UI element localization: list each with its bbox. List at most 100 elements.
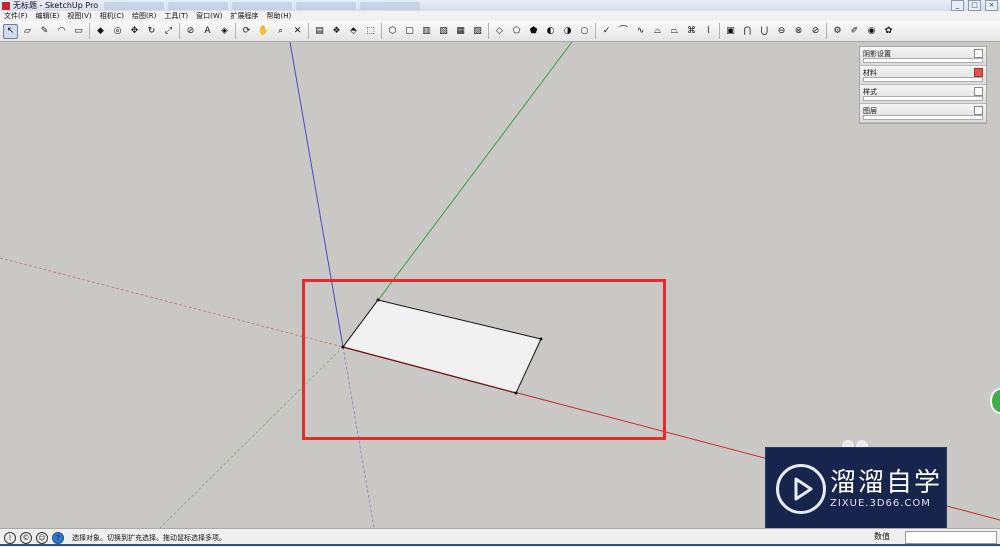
toolbar-separator	[89, 23, 90, 39]
view-right-icon[interactable]: ▧	[436, 24, 451, 39]
menu-item-1[interactable]: 编辑(E)	[32, 11, 64, 21]
instructor-icon[interactable]: ?	[52, 532, 64, 544]
pencil-icon[interactable]: ✎	[37, 24, 52, 39]
tray-panel-collapse-bar	[863, 96, 983, 101]
title-bar: 无标题 - SketchUp Pro _ □ ×	[0, 0, 1000, 11]
toolbar-separator	[826, 23, 827, 39]
text-icon[interactable]: A	[200, 24, 215, 39]
menu-item-4[interactable]: 绘图(R)	[128, 11, 160, 21]
add-detail-icon[interactable]: ⌘	[684, 24, 699, 39]
stamp-icon[interactable]: ⌓	[650, 24, 665, 39]
minimize-button[interactable]: _	[951, 0, 964, 11]
toolbar-separator	[308, 23, 309, 39]
offset-icon[interactable]: ◎	[110, 24, 125, 39]
shaded-icon[interactable]: ◐	[543, 24, 558, 39]
toolbar-separator	[381, 23, 382, 39]
sandbox-from-contours-icon[interactable]: ✓	[599, 24, 614, 39]
maximize-button[interactable]: □	[968, 0, 981, 11]
tray-panel-collapse-bar	[863, 115, 983, 120]
monochrome-icon[interactable]: ○	[577, 24, 592, 39]
tape-measure-icon[interactable]: ⊘	[183, 24, 198, 39]
scale-icon[interactable]: ⤢	[161, 24, 176, 39]
menu-item-3[interactable]: 相机(C)	[96, 11, 128, 21]
share-icon[interactable]: ⬘	[346, 24, 361, 39]
user-icon[interactable]: ☺	[36, 532, 48, 544]
solid-trim-icon[interactable]: ⊗	[791, 24, 806, 39]
tray-panel-2[interactable]: 样式	[860, 85, 986, 104]
zoom-extents-icon[interactable]: ✕	[290, 24, 305, 39]
toolbar-separator	[235, 23, 236, 39]
main-toolbar: ↖ ▱ ✎ ◠ ▭ ◆ ◎ ✥ ↻ ⤢ ⊘ A ◈ ⟳ ✋ ⌕ ✕ ▤ ❖ ⬘ ⬚ ⬡ ▢ ▥ ▧ ▦ ▨ ◇ ⬠ ⬟ ◐ ◑ ○ ✓ ⌒ ∿ ⌓ ⏢ ⌘ ⌇…	[0, 21, 1000, 42]
menu-item-2[interactable]: 视图(V)	[63, 11, 95, 21]
toolbar-separator	[488, 23, 489, 39]
tray-panel-1[interactable]: 材料	[860, 66, 986, 85]
menu-item-0[interactable]: 文件(F)	[0, 11, 32, 21]
hidden-line-icon[interactable]: ⬟	[526, 24, 541, 39]
menu-item-6[interactable]: 窗口(W)	[192, 11, 226, 21]
layout-icon[interactable]: ✿	[881, 24, 896, 39]
ruby-console-icon[interactable]: ◉	[864, 24, 879, 39]
smoove-icon[interactable]: ∿	[633, 24, 648, 39]
view-left-icon[interactable]: ▨	[470, 24, 485, 39]
tray-panel-toggle[interactable]	[974, 106, 983, 115]
sketchup-logo-icon	[2, 1, 10, 10]
tray-panel-3[interactable]: 图层	[860, 104, 986, 123]
highlight-annotation	[302, 279, 666, 440]
solid-split-icon[interactable]: ⊘	[808, 24, 823, 39]
menu-item-8[interactable]: 帮助(H)	[262, 11, 295, 21]
eraser-icon[interactable]: ▱	[20, 24, 35, 39]
pan-icon[interactable]: ✋	[256, 24, 271, 39]
zoom-icon[interactable]: ⌕	[273, 24, 288, 39]
flip-edge-icon[interactable]: ⌇	[701, 24, 716, 39]
solid-intersect-icon[interactable]: ⋂	[740, 24, 755, 39]
sandbox-from-scratch-icon[interactable]: ⌒	[616, 24, 631, 39]
tray-panel-toggle[interactable]	[974, 68, 983, 77]
tray-panel-collapse-bar	[863, 58, 983, 63]
measurements-box[interactable]	[905, 531, 997, 544]
menu-item-7[interactable]: 扩展程序	[226, 11, 262, 21]
components-icon[interactable]: ❖	[329, 24, 344, 39]
move-icon[interactable]: ✥	[127, 24, 142, 39]
x-axis-negative	[0, 257, 344, 348]
view-back-icon[interactable]: ▦	[453, 24, 468, 39]
paint-bucket-icon[interactable]: ◈	[217, 24, 232, 39]
warehouse-icon[interactable]: ▤	[312, 24, 327, 39]
menu-item-5[interactable]: 工具(T)	[160, 11, 192, 21]
solid-subtract-icon[interactable]: ⊖	[774, 24, 789, 39]
view-front-icon[interactable]: ▥	[419, 24, 434, 39]
drape-icon[interactable]: ⏢	[667, 24, 682, 39]
tray-panel-toggle[interactable]	[974, 49, 983, 58]
extension-icon[interactable]: ⬚	[363, 24, 378, 39]
credits-icon[interactable]: ©	[20, 532, 32, 544]
push-pull-icon[interactable]: ◆	[93, 24, 108, 39]
view-iso-icon[interactable]: ⬡	[385, 24, 400, 39]
watermark-title: 溜溜自学	[830, 468, 943, 498]
rectangle-icon[interactable]: ▭	[71, 24, 86, 39]
toolbar-separator	[595, 23, 596, 39]
toolbar-separator	[179, 23, 180, 39]
orbit-icon[interactable]: ⟳	[239, 24, 254, 39]
watermark-overlay: 溜溜自学 ZIXUE.3D66.COM	[765, 447, 947, 534]
measurements-label: 数值	[874, 532, 890, 541]
window-controls: _ □ ×	[951, 0, 998, 11]
view-top-icon[interactable]: ▢	[402, 24, 417, 39]
textured-icon[interactable]: ◑	[560, 24, 575, 39]
tray-panel-collapse-bar	[863, 77, 983, 82]
photo-match-icon[interactable]: ✐	[847, 24, 862, 39]
background-windows	[104, 1, 421, 10]
default-tray: 阴影设置 材料 样式 图层	[859, 46, 987, 124]
select-icon[interactable]: ↖	[3, 23, 18, 39]
toolbar-separator	[719, 23, 720, 39]
wireframe-icon[interactable]: ⬠	[509, 24, 524, 39]
close-button[interactable]: ×	[985, 0, 998, 11]
geo-location-icon[interactable]: !	[4, 532, 16, 544]
arc-icon[interactable]: ◠	[54, 24, 69, 39]
xray-icon[interactable]: ◇	[492, 24, 507, 39]
rotate-icon[interactable]: ↻	[144, 24, 159, 39]
dynamic-components-icon[interactable]: ⚙	[830, 24, 845, 39]
solid-union-icon[interactable]: ⋃	[757, 24, 772, 39]
solid-outer-shell-icon[interactable]: ▣	[723, 24, 738, 39]
tray-panel-0[interactable]: 阴影设置	[860, 47, 986, 66]
watermark-subtitle: ZIXUE.3D66.COM	[830, 498, 931, 509]
tray-panel-toggle[interactable]	[974, 87, 983, 96]
